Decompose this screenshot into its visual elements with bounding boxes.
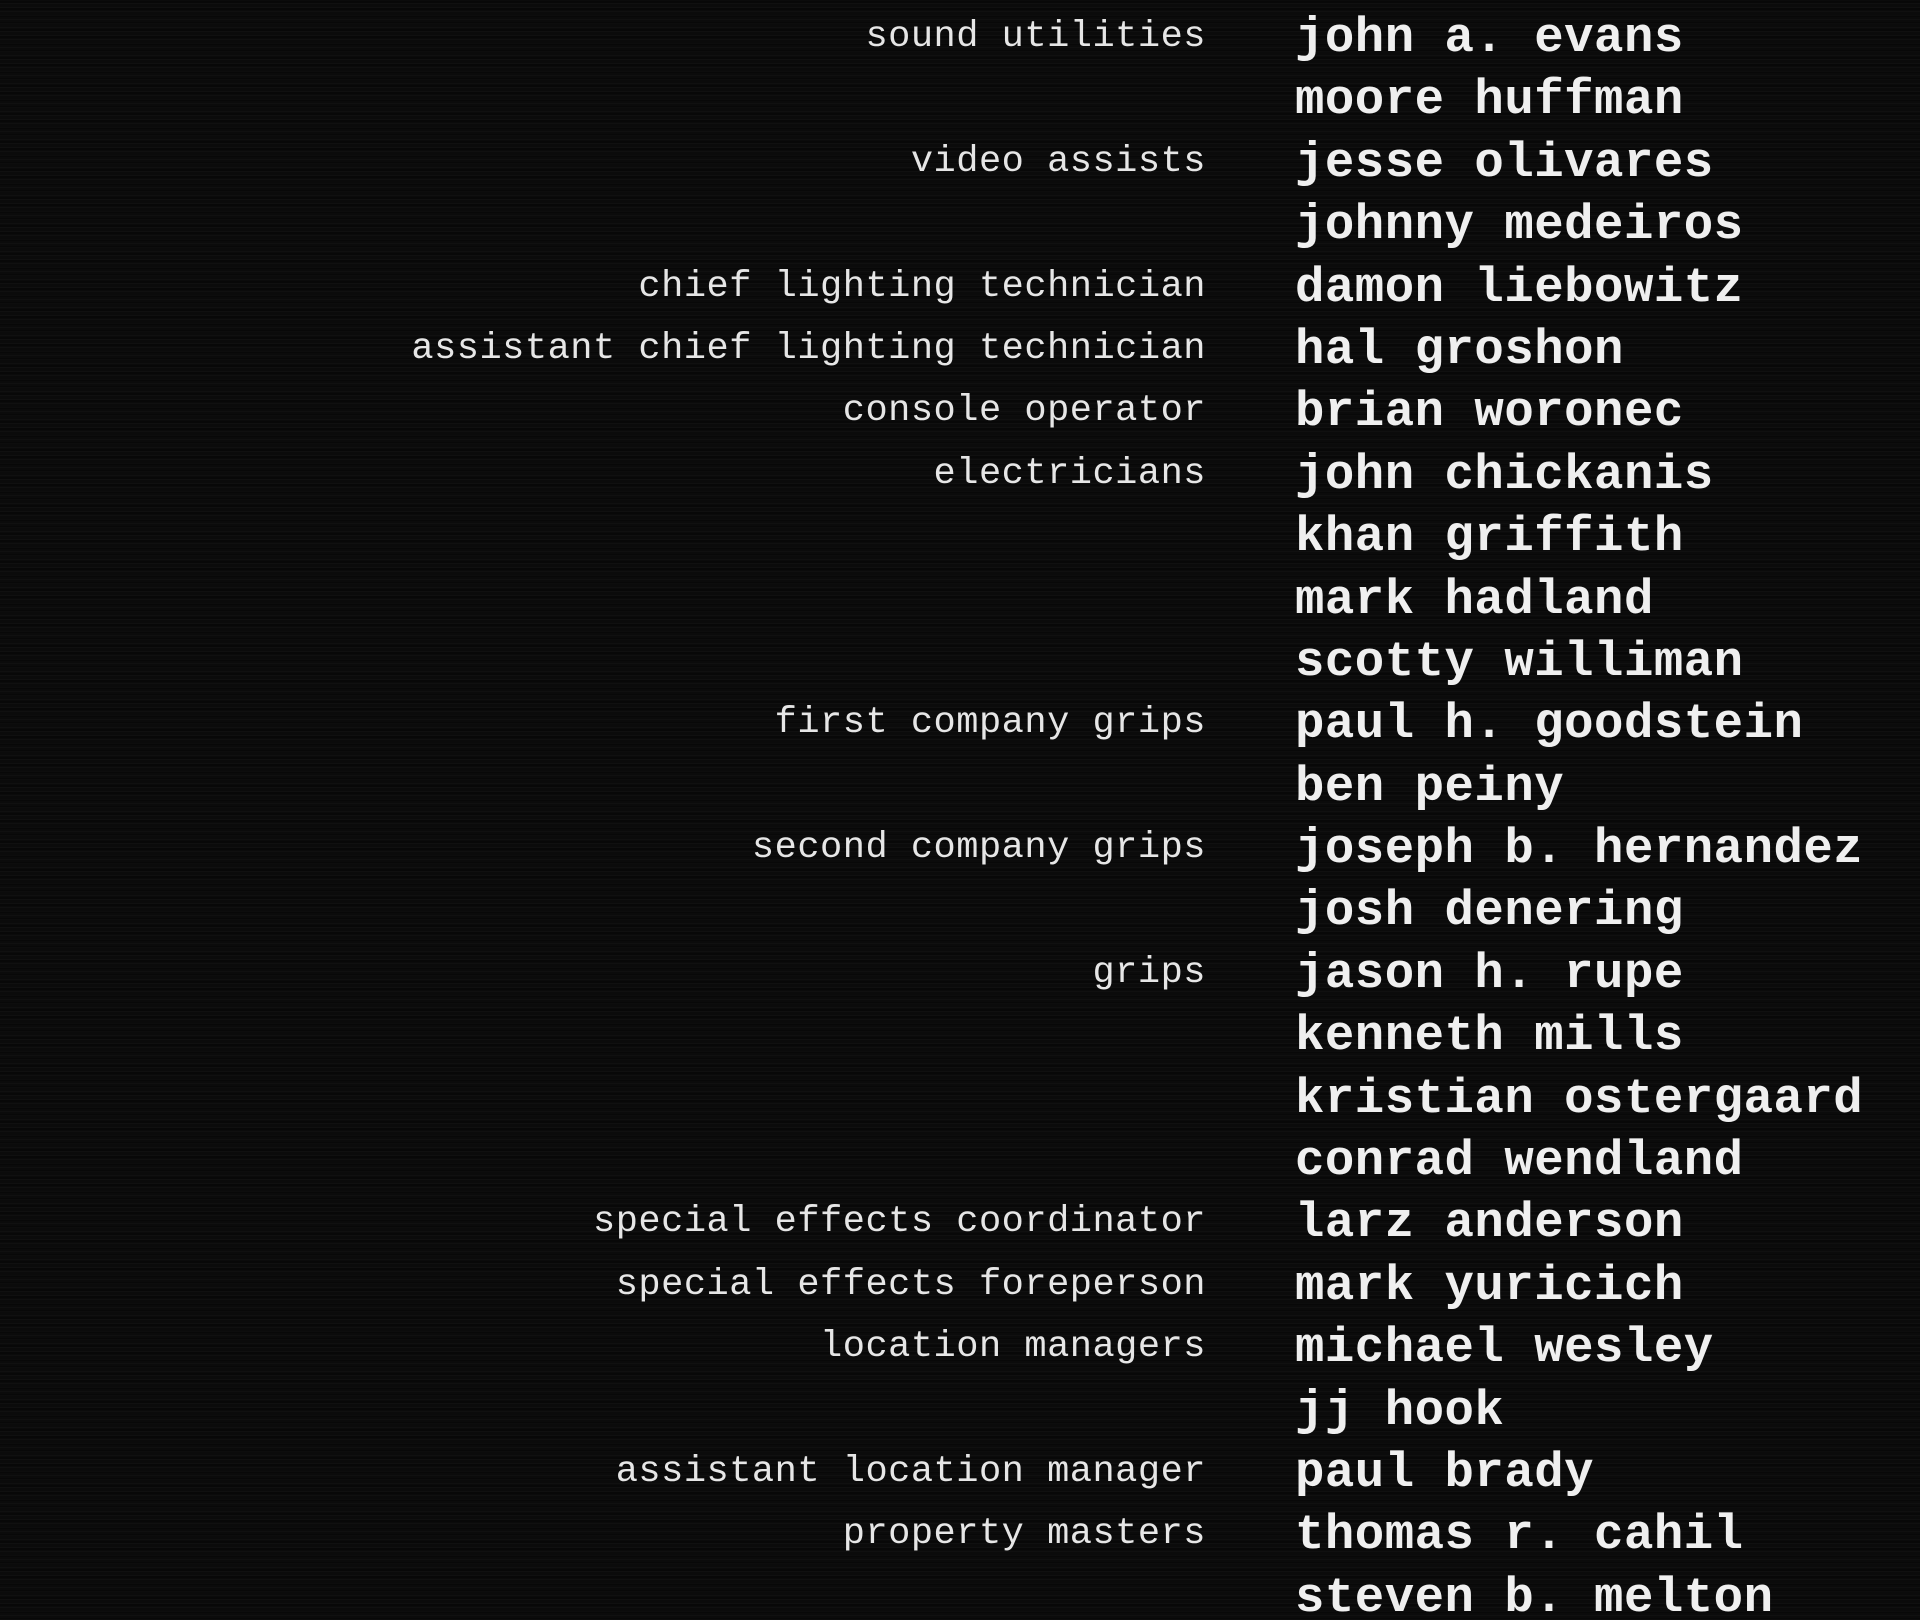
credit-name: mark yuricich <box>1295 1257 1684 1314</box>
credit-role: location managers <box>820 1326 1206 1369</box>
credit-row: special effects coordinator larz anderson <box>0 1195 1920 1257</box>
credit-row: property masters thomas r. cahil <box>0 1507 1920 1569</box>
credit-row: second company grips joseph b. hernandez <box>0 821 1920 883</box>
credits-frame: sound utilities john a. evans moore huffm… <box>0 0 1920 1620</box>
credit-role: chief lighting technician <box>638 265 1206 308</box>
credit-role: console operator <box>842 390 1206 433</box>
credit-role: second company grips <box>751 827 1206 870</box>
credit-name: moore huffman <box>1295 72 1684 129</box>
credit-name: kenneth mills <box>1295 1008 1684 1065</box>
credit-row: sound utilities john a. evans <box>0 10 1920 72</box>
credit-row: kristian ostergaard <box>0 1071 1920 1133</box>
credit-name: steven b. melton <box>1295 1569 1774 1620</box>
credit-row: khan griffith <box>0 509 1920 571</box>
credit-role: special effects coordinator <box>593 1201 1206 1244</box>
credit-role: assistant location manager <box>615 1450 1206 1493</box>
credit-row: ben peiny <box>0 759 1920 821</box>
credit-row: video assists jesse olivares <box>0 135 1920 197</box>
credit-name: john a. evans <box>1295 10 1684 66</box>
credit-name: conrad wendland <box>1295 1133 1744 1190</box>
credit-name: scotty williman <box>1295 633 1744 690</box>
credit-row: electricians john chickanis <box>0 447 1920 509</box>
credit-row: mark hadland <box>0 572 1920 634</box>
credit-name: mark hadland <box>1295 571 1654 628</box>
credit-role: property masters <box>842 1513 1206 1556</box>
credit-row: conrad wendland <box>0 1133 1920 1195</box>
credit-row: location managers michael wesley <box>0 1320 1920 1382</box>
credit-role: electricians <box>933 452 1206 495</box>
credit-name: jj hook <box>1295 1382 1505 1439</box>
credit-name: brian woronec <box>1295 384 1684 441</box>
credit-row: assistant chief lighting technician hal g… <box>0 322 1920 384</box>
credit-row: steven b. melton <box>0 1570 1920 1620</box>
credit-row: johnny medeiros <box>0 197 1920 259</box>
credit-name: johnny medeiros <box>1295 197 1744 254</box>
credit-name: michael wesley <box>1295 1320 1714 1377</box>
credit-role: sound utilities <box>865 16 1206 58</box>
credit-name: paul brady <box>1295 1444 1595 1501</box>
credit-name: larz anderson <box>1295 1195 1684 1252</box>
credit-name: hal groshon <box>1295 321 1624 378</box>
credit-role: first company grips <box>774 702 1206 745</box>
credit-row: grips jason h. rupe <box>0 946 1920 1008</box>
credit-role: grips <box>1092 951 1206 994</box>
credit-row: kenneth mills <box>0 1008 1920 1070</box>
credit-name: josh denering <box>1295 883 1684 940</box>
credit-name: kristian ostergaard <box>1295 1070 1864 1127</box>
credit-row: chief lighting technician damon liebowitz <box>0 260 1920 322</box>
credit-row: first company grips paul h. goodstein <box>0 696 1920 758</box>
credit-role: special effects foreperson <box>615 1263 1206 1306</box>
credit-name: john chickanis <box>1295 446 1714 503</box>
credit-name: khan griffith <box>1295 509 1684 566</box>
credit-row: jj hook <box>0 1383 1920 1445</box>
credit-row: assistant location manager paul brady <box>0 1445 1920 1507</box>
credit-role: assistant chief lighting technician <box>411 327 1206 370</box>
credit-name: thomas r. cahil <box>1295 1507 1744 1564</box>
credit-name: jason h. rupe <box>1295 945 1684 1002</box>
credit-name: paul h. goodstein <box>1295 696 1804 753</box>
credit-name: joseph b. hernandez <box>1295 821 1864 878</box>
credit-name: ben peiny <box>1295 758 1565 815</box>
credit-name: damon liebowitz <box>1295 259 1744 316</box>
credit-row: josh denering <box>0 883 1920 945</box>
credits-list: sound utilities john a. evans moore huffm… <box>0 10 1920 1620</box>
credit-row: scotty williman <box>0 634 1920 696</box>
credit-row: special effects foreperson mark yuricich <box>0 1258 1920 1320</box>
credit-role: video assists <box>910 140 1206 183</box>
credit-row: moore huffman <box>0 72 1920 134</box>
credit-name: jesse olivares <box>1295 134 1714 191</box>
credit-row: console operator brian woronec <box>0 384 1920 446</box>
